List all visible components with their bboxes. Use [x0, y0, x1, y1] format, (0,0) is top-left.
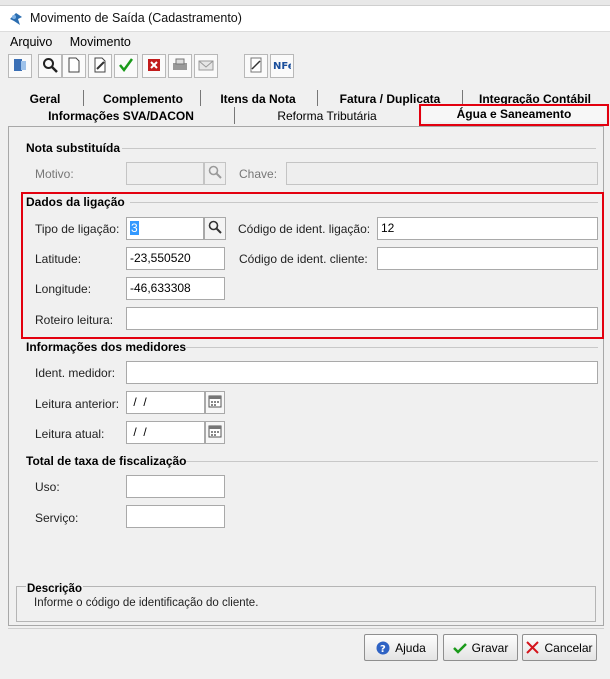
leitura-anterior-calendar-button[interactable] [205, 391, 225, 414]
search-icon [42, 57, 58, 76]
close-icon [526, 641, 540, 654]
leitura-anterior-field[interactable]: / / [126, 391, 205, 414]
ajuda-label: Ajuda [395, 640, 426, 655]
tipo-ligacao-field[interactable]: 3 [126, 217, 204, 240]
descricao-title: Descrição [26, 583, 83, 595]
latitude-label: Latitude: [35, 252, 82, 266]
tipo-ligacao-lookup-button[interactable] [204, 217, 226, 240]
motivo-label: Motivo: [35, 167, 74, 181]
tab-divider [234, 107, 235, 124]
menu-arquivo[interactable]: Arquivo [8, 34, 54, 50]
delete-icon [146, 57, 162, 76]
gravar-button[interactable]: Gravar [443, 634, 518, 661]
leitura-anterior-label: Leitura anterior: [35, 397, 120, 411]
codigo-ligacao-field[interactable]: 12 [377, 217, 598, 240]
title-bar: Movimento de Saída (Cadastramento) [0, 6, 610, 32]
tab-geral[interactable]: Geral [10, 91, 80, 107]
calendar-icon [208, 394, 222, 411]
print-icon [172, 57, 188, 76]
svg-text:?: ? [380, 644, 386, 655]
tab-divider [200, 90, 201, 106]
window-title: Movimento de Saída (Cadastramento) [30, 11, 242, 25]
check-icon [452, 642, 467, 654]
codigo-cliente-label: Código de ident. cliente: [239, 252, 368, 266]
calendar-icon [208, 424, 222, 441]
menu-movimento[interactable]: Movimento [68, 34, 133, 50]
section-total-taxa-fiscalizacao: Total de taxa de fiscalização [26, 454, 187, 468]
section-divider [186, 461, 598, 462]
tipo-ligacao-value: 3 [130, 221, 139, 235]
uso-label: Uso: [35, 480, 60, 494]
servico-field[interactable] [126, 505, 225, 528]
leitura-atual-label: Leitura atual: [35, 427, 105, 441]
tab-reforma-tributaria[interactable]: Reforma Tributária [237, 108, 417, 124]
descricao-text: Informe o código de identificação do cli… [34, 597, 259, 609]
app-icon [8, 11, 24, 27]
cancelar-button[interactable]: Cancelar [522, 634, 597, 661]
search-icon [208, 165, 222, 182]
ident-medidor-field[interactable] [126, 361, 598, 384]
tab-itens-da-nota[interactable]: Itens da Nota [203, 91, 313, 107]
longitude-label: Longitude: [35, 282, 92, 296]
ajuda-button[interactable]: ? Ajuda [364, 634, 438, 661]
motivo-lookup-button[interactable] [204, 162, 226, 185]
new-document-icon [66, 57, 82, 76]
section-divider [122, 148, 596, 149]
new-button[interactable] [62, 54, 86, 78]
ident-medidor-label: Ident. medidor: [35, 366, 116, 380]
section-informacoes-medidores: Informações dos medidores [26, 340, 187, 354]
search-icon [208, 220, 222, 237]
section-dados-da-ligacao: Dados da ligação [26, 195, 125, 209]
mail-icon [198, 57, 214, 76]
exit-icon [12, 57, 28, 76]
section-nota-substituida: Nota substituída [26, 141, 121, 155]
roteiro-leitura-label: Roteiro leitura: [35, 313, 114, 327]
cancelar-label: Cancelar [544, 640, 593, 655]
highlight-active-tab [419, 104, 609, 126]
nfe-button[interactable]: NFe [270, 54, 295, 78]
tab-informacoes-sva-dacon[interactable]: Informações SVA/DACON [10, 108, 232, 124]
uso-field[interactable] [126, 475, 225, 498]
exit-button[interactable] [8, 54, 32, 78]
search-button[interactable] [38, 54, 62, 78]
edit-button[interactable] [88, 54, 112, 78]
roteiro-leitura-field[interactable] [126, 307, 598, 330]
signature-button[interactable] [244, 54, 268, 78]
longitude-field[interactable]: -46,633308 [126, 277, 225, 300]
latitude-field[interactable]: -23,550520 [126, 247, 225, 270]
tab-divider [83, 90, 84, 106]
tipo-ligacao-label: Tipo de ligação: [35, 222, 120, 236]
gravar-label: Gravar [471, 640, 509, 655]
chave-field[interactable] [286, 162, 598, 185]
tab-divider [317, 90, 318, 106]
tab-complemento[interactable]: Complemento [86, 91, 200, 107]
leitura-atual-field[interactable]: / / [126, 421, 205, 444]
chave-label: Chave: [239, 167, 278, 181]
help-icon: ? [376, 641, 390, 655]
delete-button[interactable] [142, 54, 166, 78]
mail-button[interactable] [194, 54, 218, 78]
confirm-button[interactable] [114, 54, 138, 78]
menu-bar: Arquivo Movimento [8, 34, 143, 52]
signature-icon [248, 57, 264, 76]
section-divider [186, 347, 598, 348]
codigo-ligacao-label: Código de ident. ligação: [238, 222, 371, 236]
motivo-field[interactable] [126, 162, 204, 185]
print-button[interactable] [168, 54, 192, 78]
confirm-check-icon [118, 57, 134, 76]
servico-label: Serviço: [35, 511, 79, 525]
footer-divider [8, 628, 604, 629]
svg-text:NFe: NFe [273, 61, 291, 72]
leitura-atual-calendar-button[interactable] [205, 421, 225, 444]
codigo-cliente-field[interactable] [377, 247, 598, 270]
toolbar: NFe [8, 54, 304, 80]
edit-icon [92, 57, 108, 76]
nfe-icon: NFe [273, 57, 295, 76]
section-divider [130, 202, 598, 203]
